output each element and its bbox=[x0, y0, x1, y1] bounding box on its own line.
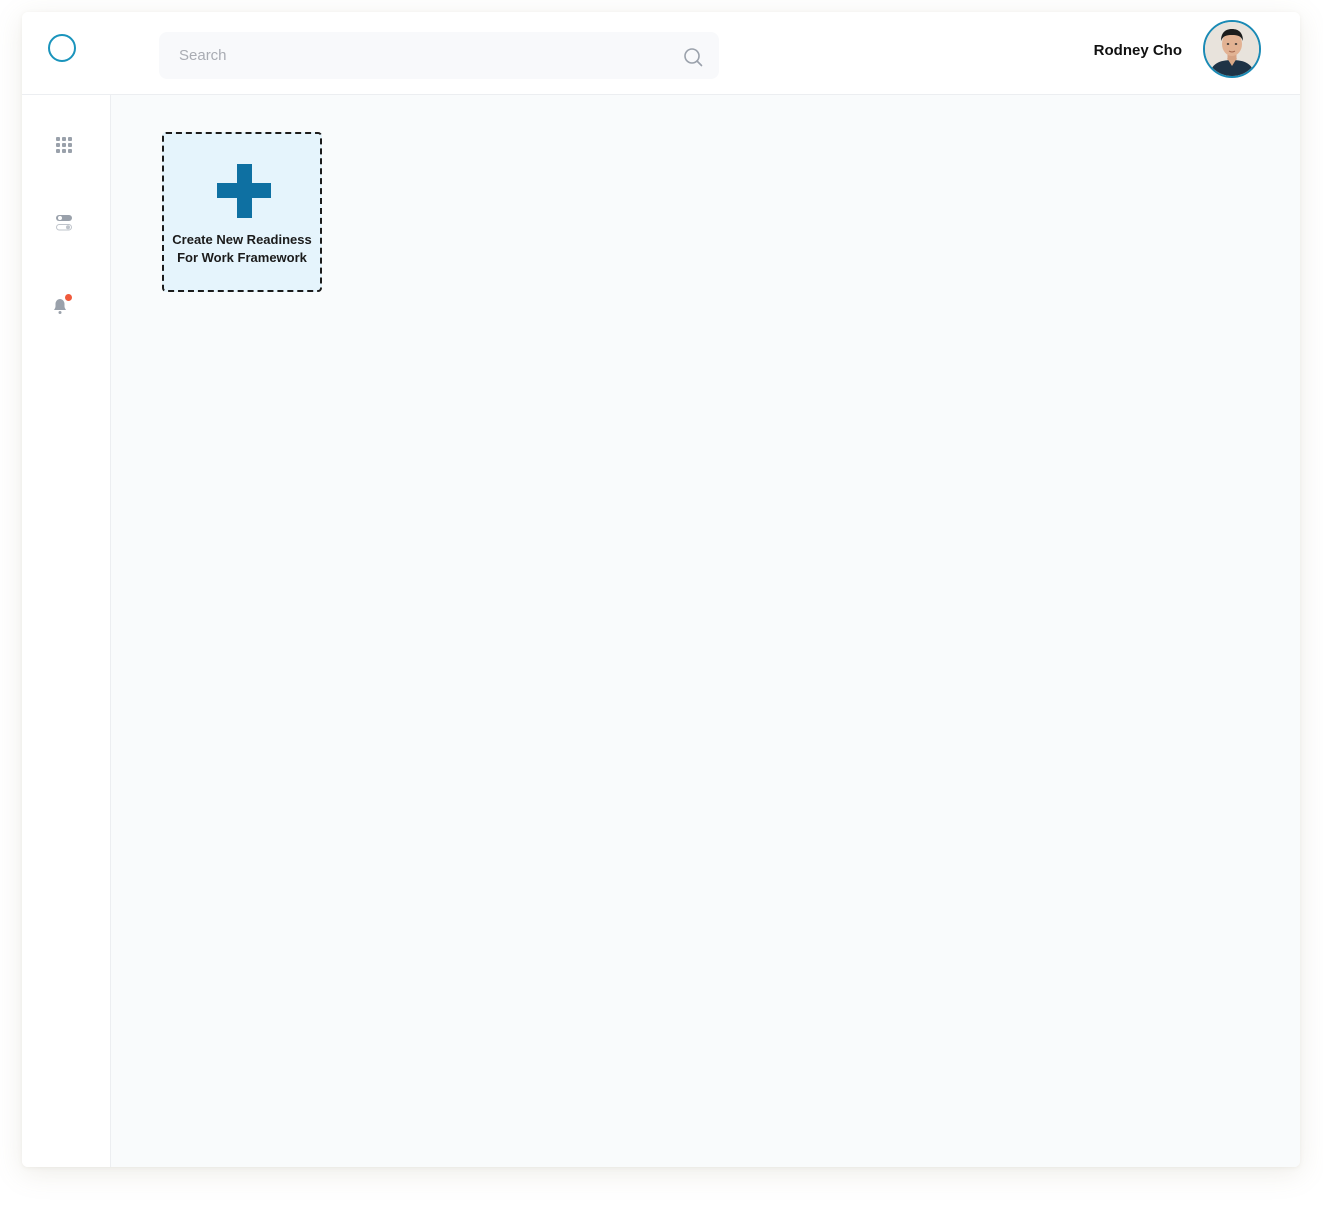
create-framework-label: Create New Readiness For Work Framework bbox=[172, 232, 312, 265]
plus-icon bbox=[217, 164, 271, 218]
sidebar-item-apps[interactable] bbox=[44, 125, 84, 165]
app-window: Rodney Cho bbox=[22, 12, 1300, 1167]
sidebar bbox=[22, 95, 111, 1167]
user-name: Rodney Cho bbox=[1093, 42, 1182, 59]
avatar-image bbox=[1205, 22, 1259, 76]
sidebar-item-settings[interactable] bbox=[44, 203, 84, 243]
notification-dot bbox=[65, 294, 72, 301]
sidebar-item-notifications[interactable] bbox=[41, 285, 81, 325]
main-content: Create New Readiness For Work Framework bbox=[111, 95, 1300, 1167]
grid-icon bbox=[56, 137, 72, 153]
bell-icon bbox=[54, 294, 72, 314]
top-bar: Rodney Cho bbox=[22, 12, 1300, 95]
search-icon[interactable] bbox=[683, 47, 703, 67]
search-bar bbox=[159, 32, 719, 79]
search-input[interactable] bbox=[159, 32, 679, 79]
toggles-icon bbox=[56, 215, 72, 231]
create-framework-card[interactable]: Create New Readiness For Work Framework bbox=[162, 132, 322, 292]
avatar[interactable] bbox=[1203, 20, 1261, 78]
logo-icon[interactable] bbox=[48, 34, 76, 62]
